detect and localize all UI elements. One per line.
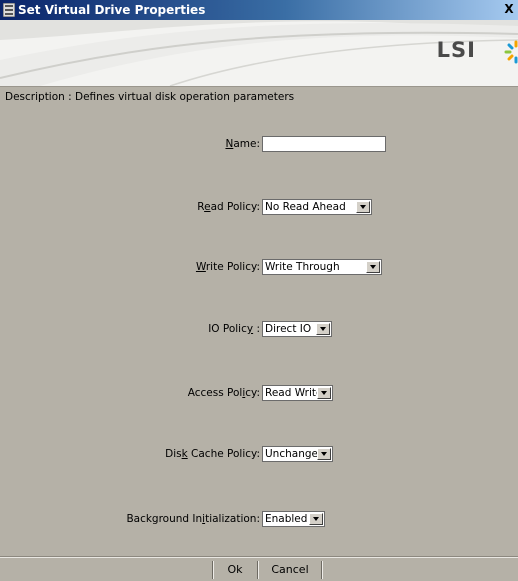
access-policy-row: Access Policy: Read Write <box>0 385 518 405</box>
chevron-down-icon[interactable] <box>366 261 380 273</box>
app-icon <box>3 3 15 17</box>
chevron-down-icon[interactable] <box>356 201 370 213</box>
chevron-down-icon[interactable] <box>317 448 331 460</box>
close-icon[interactable]: X <box>502 2 516 17</box>
disk-cache-policy-label: Disk Cache Policy: <box>165 448 260 460</box>
disk-cache-policy-value: Unchanged <box>265 448 325 460</box>
read-policy-row: Read Policy: No Read Ahead <box>0 199 518 219</box>
button-separator <box>321 561 323 579</box>
name-label: Name: <box>225 138 260 150</box>
background-init-row: Background Initialization: Enabled <box>0 511 518 531</box>
write-policy-label: Write Policy: <box>195 261 260 273</box>
name-row: Name: <box>0 136 518 156</box>
cancel-button[interactable]: Cancel <box>262 560 318 580</box>
title-bar[interactable]: Set Virtual Drive Properties X <box>0 0 518 20</box>
access-policy-label: Access Policy: <box>187 387 260 399</box>
dialog-window: Set Virtual Drive Properties X LSI Descr… <box>0 0 518 581</box>
io-policy-select[interactable]: Direct IO <box>262 321 332 337</box>
ok-button[interactable]: Ok <box>216 560 254 580</box>
button-separator <box>212 561 214 579</box>
read-policy-select[interactable]: No Read Ahead <box>262 199 372 215</box>
write-policy-select[interactable]: Write Through <box>262 259 382 275</box>
io-policy-row: IO Policy : Direct IO <box>0 321 518 341</box>
description-text: Description : Defines virtual disk opera… <box>5 91 295 103</box>
chevron-down-icon[interactable] <box>316 323 330 335</box>
button-separator <box>257 561 259 579</box>
name-input[interactable] <box>262 136 386 152</box>
window-title: Set Virtual Drive Properties <box>18 3 206 17</box>
header-banner: LSI <box>0 20 518 87</box>
io-policy-value: Direct IO <box>265 323 312 335</box>
button-bar: Ok Cancel <box>0 558 518 581</box>
write-policy-value: Write Through <box>265 261 340 273</box>
access-policy-value: Read Write <box>265 387 323 399</box>
background-init-value: Enabled <box>265 513 308 525</box>
disk-cache-policy-select[interactable]: Unchanged <box>262 446 333 462</box>
chevron-down-icon[interactable] <box>309 513 323 525</box>
background-init-label: Background Initialization: <box>126 513 260 525</box>
disk-cache-policy-row: Disk Cache Policy: Unchanged <box>0 446 518 466</box>
logo-text: LSI <box>436 38 476 62</box>
lsi-starburst-icon <box>504 40 518 64</box>
background-init-select[interactable]: Enabled <box>262 511 325 527</box>
chevron-down-icon[interactable] <box>317 387 331 399</box>
read-policy-value: No Read Ahead <box>265 201 346 213</box>
io-policy-label: IO Policy : <box>208 323 260 335</box>
read-policy-label: Read Policy: <box>197 201 260 213</box>
write-policy-row: Write Policy: Write Through <box>0 259 518 279</box>
access-policy-select[interactable]: Read Write <box>262 385 333 401</box>
